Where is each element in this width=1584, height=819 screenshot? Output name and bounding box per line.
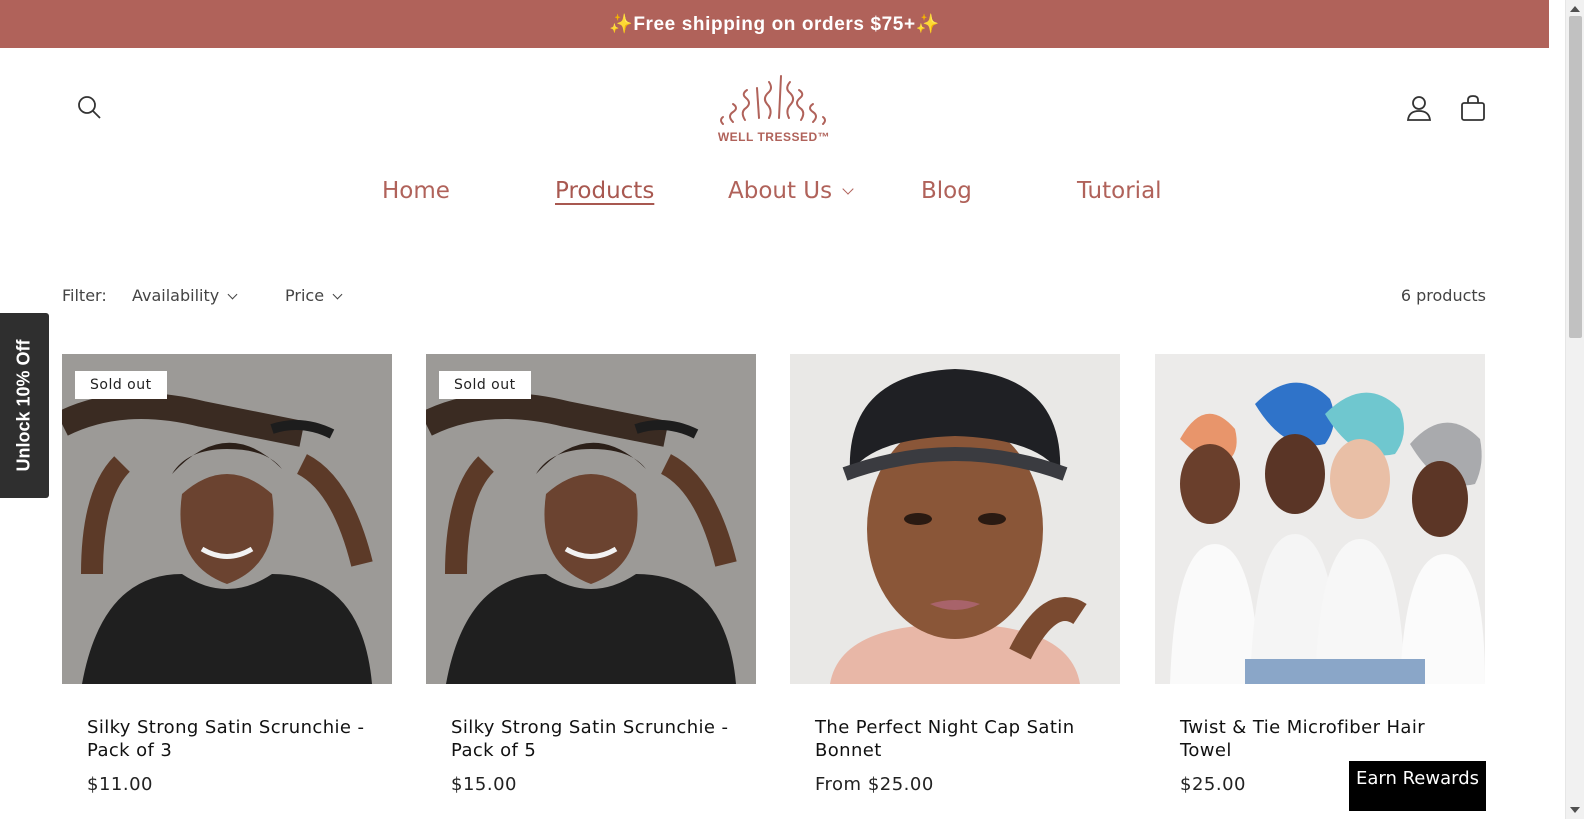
product-price: From $25.00 (815, 774, 934, 795)
logo-text: WELL TRESSED™ (717, 130, 831, 144)
search-icon (78, 96, 101, 119)
scroll-up-icon[interactable] (1570, 6, 1580, 12)
cart-icon (1461, 95, 1485, 121)
logo-mark-icon (720, 75, 826, 125)
product-image[interactable] (1155, 354, 1485, 684)
page-scrollbar[interactable] (1565, 0, 1584, 819)
nav-about-us-label: About Us (728, 178, 833, 204)
chevron-down-icon (842, 183, 854, 195)
availability-filter-label: Availability (132, 286, 220, 305)
product-image[interactable]: Sold out (426, 354, 756, 684)
product-card[interactable]: Sold out Silky Strong Satin Scrunchie - … (62, 354, 392, 819)
nav-about-us[interactable]: About Us (728, 178, 854, 204)
cart-button[interactable] (1457, 92, 1489, 124)
sold-out-badge: Sold out (75, 371, 167, 399)
product-image[interactable]: Sold out (62, 354, 392, 684)
filter-label: Filter: (62, 286, 107, 305)
scrollbar-thumb[interactable] (1569, 16, 1582, 338)
chevron-down-icon (227, 289, 238, 300)
nav-blog-label: Blog (921, 178, 972, 204)
product-title[interactable]: Silky Strong Satin Scrunchie - Pack of 5 (451, 716, 746, 762)
nav-home-label: Home (382, 178, 450, 204)
chevron-down-icon (332, 289, 343, 300)
sold-out-badge: Sold out (439, 371, 531, 399)
product-photo-scrunchie (62, 354, 392, 684)
filter-bar: Filter: Availability Price 6 products (62, 286, 1486, 308)
main-nav: Home Products About Us Blog Tutorial (0, 178, 1549, 214)
nav-products-label: Products (555, 178, 655, 204)
earn-rewards-label: Earn Rewards (1355, 768, 1480, 789)
announcement-text: ✨Free shipping on orders $75+✨ (609, 14, 940, 35)
availability-filter[interactable]: Availability (132, 286, 238, 305)
nav-tutorial-label: Tutorial (1077, 178, 1162, 204)
nav-blog[interactable]: Blog (921, 178, 972, 204)
price-filter[interactable]: Price (285, 286, 343, 305)
product-image[interactable] (790, 354, 1120, 684)
product-title[interactable]: Silky Strong Satin Scrunchie - Pack of 3 (87, 716, 382, 762)
product-price: $25.00 (1180, 774, 1246, 795)
nav-tutorial[interactable]: Tutorial (1077, 178, 1162, 204)
logo[interactable]: WELL TRESSED™ (713, 70, 835, 146)
account-button[interactable] (1403, 92, 1435, 124)
nav-products[interactable]: Products (555, 178, 654, 204)
nav-home[interactable]: Home (382, 178, 450, 204)
product-count: 6 products (1400, 286, 1486, 305)
price-filter-label: Price (285, 286, 325, 305)
earn-rewards-button[interactable]: Earn Rewards (1349, 761, 1486, 811)
announcement-bar: ✨Free shipping on orders $75+✨ (0, 0, 1549, 48)
product-price: $11.00 (87, 774, 153, 795)
product-price: $15.00 (451, 774, 517, 795)
product-grid: Sold out Silky Strong Satin Scrunchie - … (62, 354, 1486, 819)
unlock-discount-tab[interactable]: Unlock 10% Off (0, 313, 49, 498)
product-card[interactable]: The Perfect Night Cap Satin Bonnet From … (790, 354, 1120, 819)
unlock-discount-label: Unlock 10% Off (14, 339, 34, 472)
product-title[interactable]: The Perfect Night Cap Satin Bonnet (815, 716, 1110, 762)
scroll-down-icon[interactable] (1570, 807, 1580, 813)
product-photo-scrunchie (426, 354, 756, 684)
product-card[interactable]: Sold out Silky Strong Satin Scrunchie - … (426, 354, 756, 819)
account-icon (1406, 96, 1432, 121)
search-button[interactable] (74, 92, 104, 122)
product-photo-bonnet (790, 354, 1120, 684)
product-title[interactable]: Twist & Tie Microfiber Hair Towel (1180, 716, 1475, 762)
product-card[interactable]: Twist & Tie Microfiber Hair Towel $25.00 (1155, 354, 1485, 819)
product-photo-towels (1155, 354, 1485, 684)
